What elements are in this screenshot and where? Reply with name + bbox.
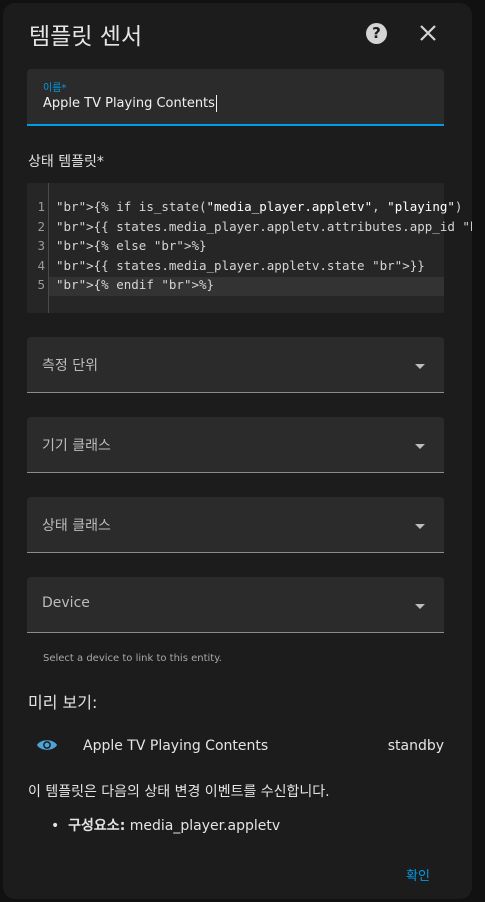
line-number: 3	[37, 238, 45, 253]
close-icon[interactable]	[416, 21, 440, 45]
template-sensor-dialog: 템플릿 센서 ? 이름* Apple TV Playing Contents 상…	[3, 3, 472, 899]
question-circle-icon[interactable]: ?	[366, 23, 387, 44]
chevron-down-icon	[415, 444, 425, 449]
state-class-select-label: 상태 클래스	[42, 518, 111, 534]
dialog-title: 템플릿 센서	[29, 24, 143, 50]
chevron-down-icon	[415, 604, 425, 609]
device-select-label: Device	[42, 595, 90, 611]
device-select[interactable]: Device	[27, 577, 444, 633]
line-number: 5	[37, 277, 45, 292]
device-helper-text: Select a device to link to this entity.	[43, 653, 222, 664]
name-field-label: 이름*	[43, 83, 67, 94]
unit-select-label: 측정 단위	[42, 358, 98, 374]
state-template-label: 상태 템플릿*	[28, 154, 104, 170]
device-class-select[interactable]: 기기 클래스	[27, 417, 444, 473]
state-class-select[interactable]: 상태 클래스	[27, 497, 444, 553]
preview-entity-name: Apple TV Playing Contents	[83, 738, 269, 754]
code-line[interactable]: "br">{{ states.media_player.appletv.attr…	[56, 219, 472, 234]
code-line[interactable]: "br">{% if is_state("media_player.applet…	[56, 199, 472, 214]
listened-entity-item: • 구성요소: media_player.appletv	[51, 818, 281, 834]
confirm-button[interactable]: 확인	[406, 865, 430, 884]
eye-icon	[36, 740, 58, 750]
name-field-value[interactable]: Apple TV Playing Contents	[43, 96, 215, 111]
code-line[interactable]: "br">{% else "br">%}	[56, 238, 207, 253]
dialog-header: 템플릿 센서 ?	[3, 3, 472, 63]
line-number: 2	[37, 218, 45, 234]
state-template-editor[interactable]: 1 "br">{% if is_state("media_player.apple…	[27, 183, 472, 313]
preview-title: 미리 보기:	[28, 693, 98, 712]
listened-entity-label: 구성요소:	[68, 818, 126, 834]
scrollbar[interactable]	[469, 31, 472, 899]
preview-entity-state: standby	[387, 738, 444, 754]
line-number: 4	[37, 257, 45, 273]
chevron-down-icon	[415, 524, 425, 529]
line-number: 1	[37, 199, 45, 214]
text-cursor	[216, 95, 217, 112]
name-field[interactable]: 이름* Apple TV Playing Contents	[27, 69, 444, 126]
unit-select[interactable]: 측정 단위	[27, 337, 444, 393]
code-line[interactable]: "br">{% endif "br">%}	[56, 277, 214, 292]
listened-entity-value: media_player.appletv	[125, 818, 281, 834]
device-class-select-label: 기기 클래스	[42, 438, 111, 454]
listen-events-text: 이 템플릿은 다음의 상태 변경 이벤트를 수신합니다.	[28, 784, 330, 800]
chevron-down-icon	[415, 364, 425, 369]
code-line[interactable]: "br">{{ states.media_player.appletv.stat…	[56, 258, 425, 273]
